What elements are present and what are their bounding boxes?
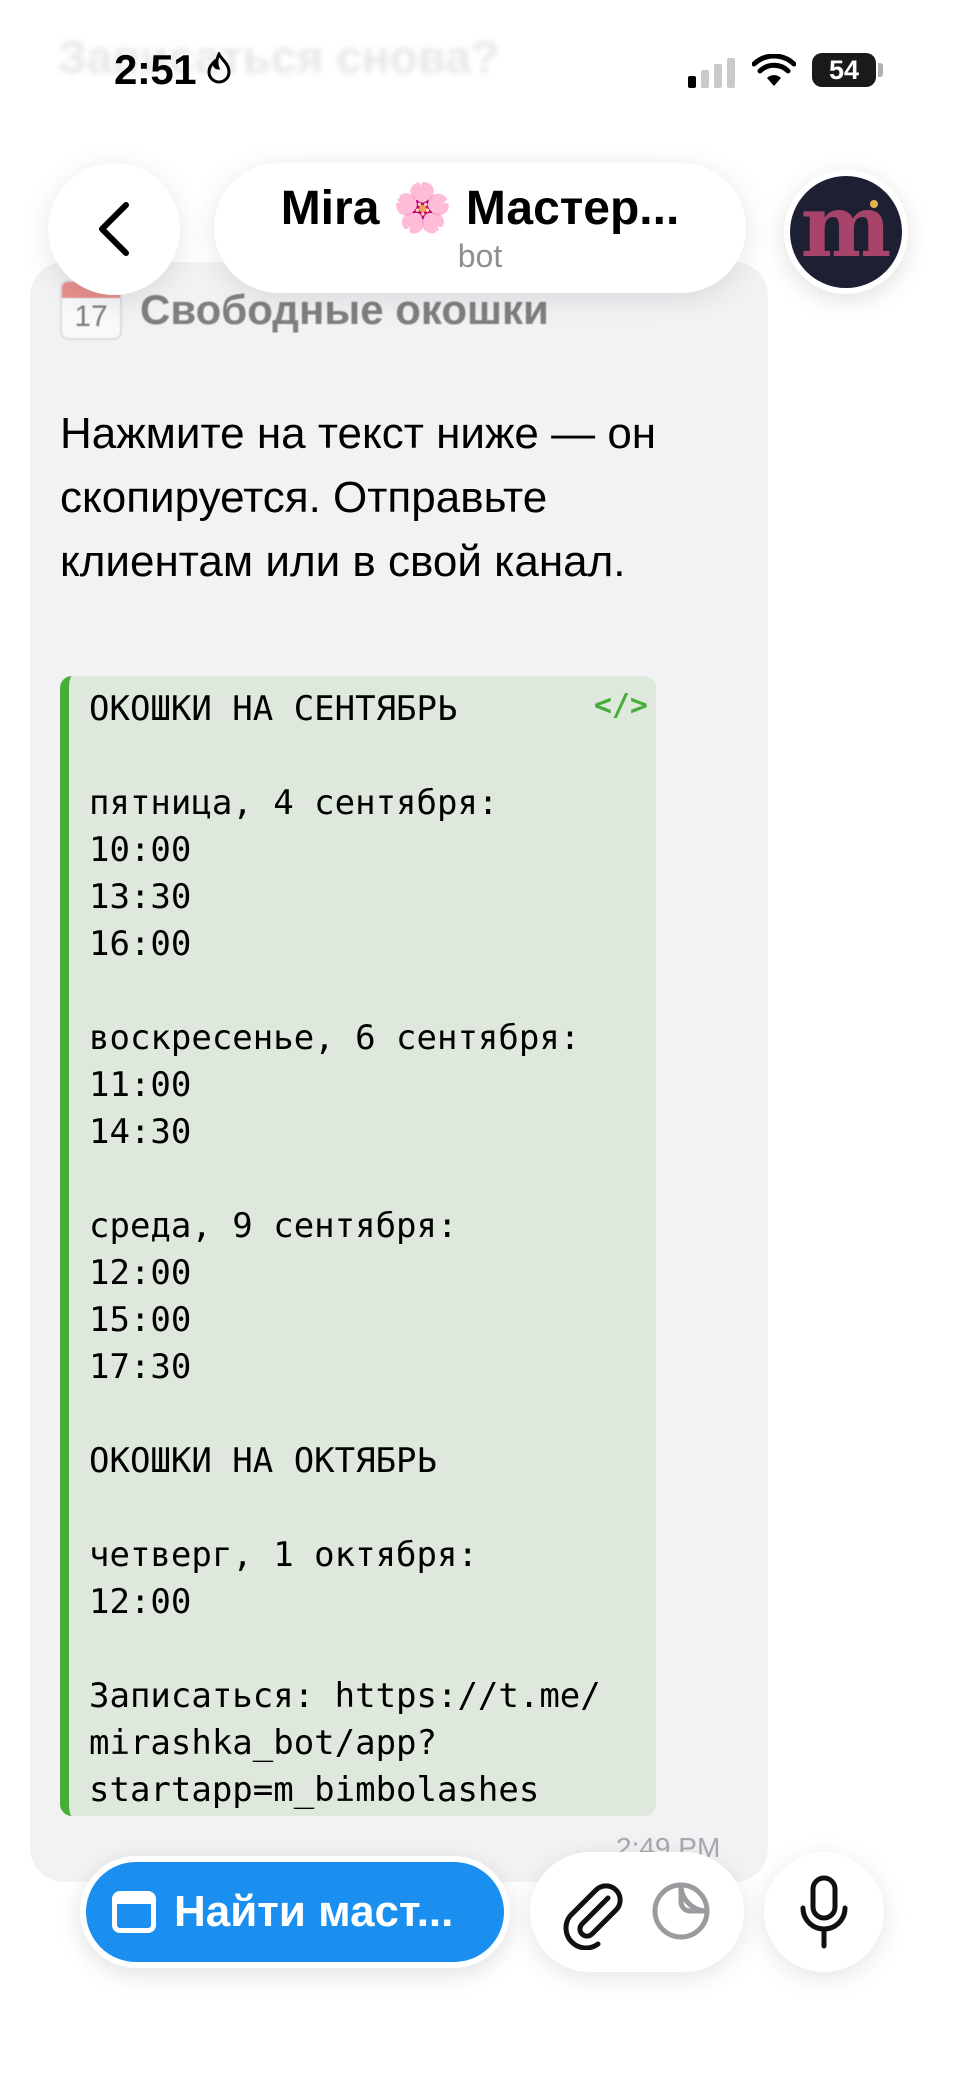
status-time: 2:51 bbox=[114, 46, 197, 93]
chat-title-pill[interactable]: Mira 🌸 Мастер... bot bbox=[214, 163, 746, 293]
code-line: 12:00 bbox=[89, 1253, 192, 1293]
code-line: четверг, 1 октября: bbox=[89, 1535, 478, 1575]
code-line: startapp=m_bimbolashes bbox=[89, 1770, 540, 1810]
code-block[interactable]: ОКОШКИ НА СЕНТЯБРЬ пятница, 4 сентября: 1… bbox=[60, 676, 656, 1816]
code-icon: </> bbox=[593, 688, 648, 723]
avatar-letter: m bbox=[800, 176, 892, 277]
microphone-button[interactable] bbox=[764, 1852, 884, 1972]
sticker-icon[interactable] bbox=[650, 1880, 712, 1942]
battery-level: 54 bbox=[812, 53, 876, 87]
code-line: ОКОШКИ НА ОКТЯБРЬ bbox=[89, 1441, 437, 1481]
code-line: 15:00 bbox=[89, 1300, 192, 1340]
back-button[interactable] bbox=[48, 163, 180, 295]
code-line: 13:30 bbox=[89, 877, 192, 917]
code-line: ОКОШКИ НА СЕНТЯБРЬ bbox=[89, 689, 458, 729]
code-line: 16:00 bbox=[89, 924, 192, 964]
code-line: пятница, 4 сентября: bbox=[89, 783, 499, 823]
chat-subtitle: bot bbox=[457, 238, 503, 274]
microphone-icon bbox=[800, 1875, 848, 1949]
chevron-left-icon bbox=[99, 202, 129, 256]
code-line: 12:00 bbox=[89, 1582, 192, 1622]
code-text[interactable]: ОКОШКИ НА СЕНТЯБРЬ пятница, 4 сентября: 1… bbox=[89, 686, 656, 1814]
app-window-icon bbox=[112, 1891, 156, 1933]
code-line: 17:30 bbox=[89, 1347, 192, 1387]
code-line: Записаться: https://t.me/ bbox=[89, 1676, 601, 1716]
code-line: 14:30 bbox=[89, 1112, 192, 1152]
wifi-icon bbox=[752, 54, 796, 86]
open-app-label: Найти маст... bbox=[174, 1887, 454, 1936]
message-intro: Нажмите на текст ниже — он скопируется. … bbox=[60, 409, 657, 586]
battery-tip bbox=[878, 63, 883, 77]
code-line: 10:00 bbox=[89, 830, 192, 870]
code-line: среда, 9 сентября: bbox=[89, 1206, 458, 1246]
avatar[interactable]: m bbox=[784, 170, 908, 294]
heading-text: Свободные окошки bbox=[140, 286, 549, 333]
paperclip-icon[interactable] bbox=[556, 1878, 628, 1950]
avatar-dot bbox=[870, 200, 878, 208]
open-app-button[interactable]: Найти маст... bbox=[80, 1856, 510, 1968]
focus-flame-icon bbox=[207, 52, 231, 84]
code-line: 11:00 bbox=[89, 1065, 192, 1105]
cellular-signal-icon bbox=[688, 58, 735, 88]
code-line: mirashka_bot/app? bbox=[89, 1723, 437, 1763]
code-line: воскресенье, 6 сентября: bbox=[89, 1018, 581, 1058]
status-bar: 2:51 54 bbox=[0, 0, 960, 140]
chat-title: Mira 🌸 Мастер... bbox=[280, 182, 680, 235]
